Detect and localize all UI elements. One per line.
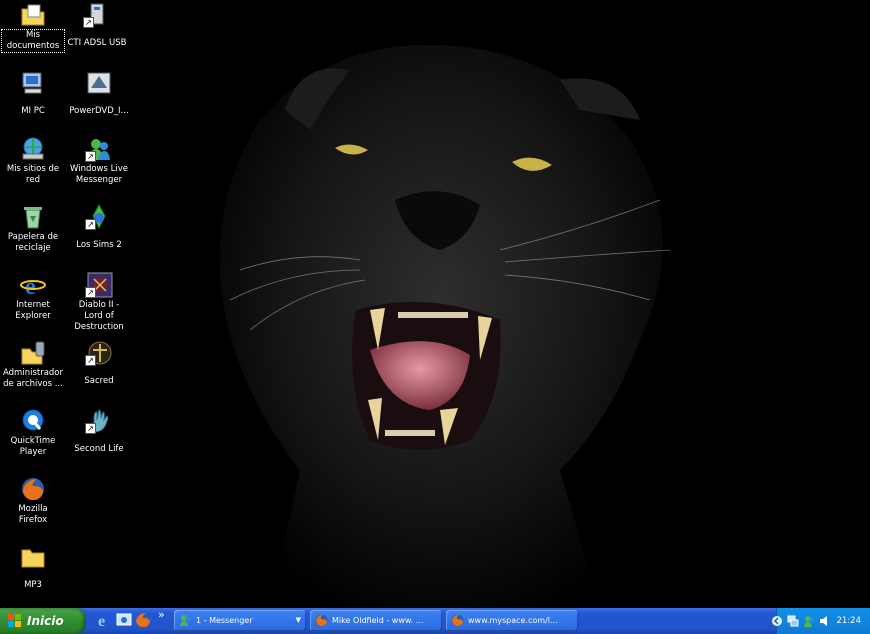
desktop-icon-label: Papelera de reciclaje <box>7 232 59 253</box>
shortcut-arrow-icon: ↗ <box>83 17 94 28</box>
desktop-icon-second-life[interactable]: ↗ Second Life <box>68 408 130 455</box>
desktop-icon-label: Los Sims 2 <box>76 240 122 250</box>
shortcut-arrow-icon: ↗ <box>85 355 96 366</box>
internet-explorer-icon: e <box>19 272 47 300</box>
taskbar-task-messenger[interactable]: 1 - Messenger ▼ <box>174 610 306 631</box>
firefox-icon <box>451 614 464 627</box>
folder-icon <box>19 544 47 570</box>
powerdvd-icon <box>85 70 113 96</box>
windows-logo-icon <box>8 614 21 627</box>
quick-launch-firefox-icon[interactable] <box>134 611 152 629</box>
diablo-icon: ↗ <box>85 272 113 298</box>
my-computer-icon <box>19 70 47 96</box>
desktop-icon-label: Sacred <box>84 376 114 386</box>
messenger-icon <box>180 615 191 626</box>
svg-text:e: e <box>25 274 36 298</box>
start-button[interactable]: Inicio <box>0 608 86 634</box>
task-label: 1 - Messenger <box>196 616 253 625</box>
start-label: Inicio <box>27 614 64 628</box>
network-icon[interactable] <box>787 615 799 627</box>
desktop-icon-quicktime[interactable]: QuickTime Player <box>2 408 64 458</box>
desktop-icon-label: PowerDVD_I... <box>69 106 129 116</box>
desktop-icon-sims-2[interactable]: ↗ Los Sims 2 <box>68 203 130 251</box>
desktop-icon-label: CTI ADSL USB <box>67 38 127 48</box>
shortcut-arrow-icon: ↗ <box>85 151 96 162</box>
panther-wallpaper <box>219 44 671 608</box>
desktop-icon-firefox[interactable]: Mozilla Firefox <box>2 476 64 526</box>
desktop-icon-label: MI PC <box>21 106 45 116</box>
desktop-icon-messenger[interactable]: ↗ Windows Live Messenger <box>68 136 130 186</box>
desktop-icon-label: Mis sitios de red <box>6 164 60 185</box>
desktop-icon-recycle-bin[interactable]: Papelera de reciclaje <box>2 204 64 254</box>
recycle-bin-icon <box>19 204 47 230</box>
network-places-icon <box>19 136 47 162</box>
clock[interactable]: 21:24 <box>837 608 862 634</box>
desktop-icon-label: Mis documentos <box>1 29 65 53</box>
desktop-icon-mp3[interactable]: MP3 <box>2 544 64 591</box>
quick-launch-ie-icon[interactable]: e <box>95 611 113 629</box>
taskbar-task-firefox-1[interactable]: Mike Oldfield - www. ... <box>310 610 442 631</box>
sacred-icon: ↗ <box>85 340 113 366</box>
desktop-icon-label: MP3 <box>24 580 42 590</box>
second-life-icon: ↗ <box>85 408 113 434</box>
desktop-icon-label: Internet Explorer <box>15 300 51 321</box>
desktop-icon-sacred[interactable]: ↗ Sacred <box>68 340 130 387</box>
desktop-icon-diablo-ii[interactable]: ↗ Diablo II - Lord of Destruction <box>68 272 130 333</box>
desktop-icon-network-places[interactable]: Mis sitios de red <box>2 136 64 186</box>
quicktime-icon <box>19 408 47 434</box>
desktop-icon-cti-adsl-usb[interactable]: ↗ CTI ADSL USB <box>66 2 128 49</box>
firefox-icon <box>315 614 328 627</box>
shortcut-arrow-icon: ↗ <box>85 287 96 298</box>
task-label: Mike Oldfield - www. ... <box>332 616 424 625</box>
desktop-icon-label: Diablo II - Lord of Destruction <box>74 300 124 332</box>
desktop-icon-label: Second Life <box>74 444 124 454</box>
desktop-icon-internet-explorer[interactable]: e Internet Explorer <box>2 272 64 322</box>
desktop[interactable]: Mis documentos MI PC Mis sitios de red P… <box>0 0 870 608</box>
shortcut-arrow-icon: ↗ <box>85 219 96 230</box>
messenger-icon[interactable] <box>803 615 815 627</box>
quick-launch-show-desktop-icon[interactable] <box>115 611 133 629</box>
my-documents-folder-icon <box>19 2 47 28</box>
volume-icon[interactable] <box>819 615 831 627</box>
desktop-icon-label: Mozilla Firefox <box>18 504 48 525</box>
desktop-icon-label: Windows Live Messenger <box>69 164 128 185</box>
svg-text:e: e <box>98 613 105 629</box>
desktop-icon-label: Administrador de archivos ... <box>3 368 64 389</box>
desktop-icon-my-documents[interactable]: Mis documentos <box>1 2 65 53</box>
system-tray: 21:24 <box>772 608 870 634</box>
tray-expand-icon[interactable] <box>771 615 783 627</box>
task-label: www.myspace.com/l... <box>468 616 558 625</box>
desktop-icon-my-computer[interactable]: MI PC <box>2 70 64 117</box>
adsl-usb-icon: ↗ <box>83 2 111 28</box>
sims-icon: ↗ <box>85 203 113 230</box>
desktop-icon-file-manager[interactable]: Administrador de archivos ... <box>2 340 64 390</box>
chevron-down-icon: ▼ <box>295 616 301 624</box>
desktop-icon-label: QuickTime Player <box>10 436 56 457</box>
shortcut-arrow-icon: ↗ <box>85 423 96 434</box>
taskbar: Inicio e » 1 - Messenger ▼ Mike Oldfield… <box>0 608 870 634</box>
messenger-icon: ↗ <box>85 136 113 162</box>
desktop-icon-powerdvd[interactable]: PowerDVD_I... <box>68 70 130 117</box>
file-manager-icon <box>19 340 47 366</box>
firefox-icon <box>19 476 47 502</box>
taskbar-task-firefox-2[interactable]: www.myspace.com/l... <box>446 610 578 631</box>
